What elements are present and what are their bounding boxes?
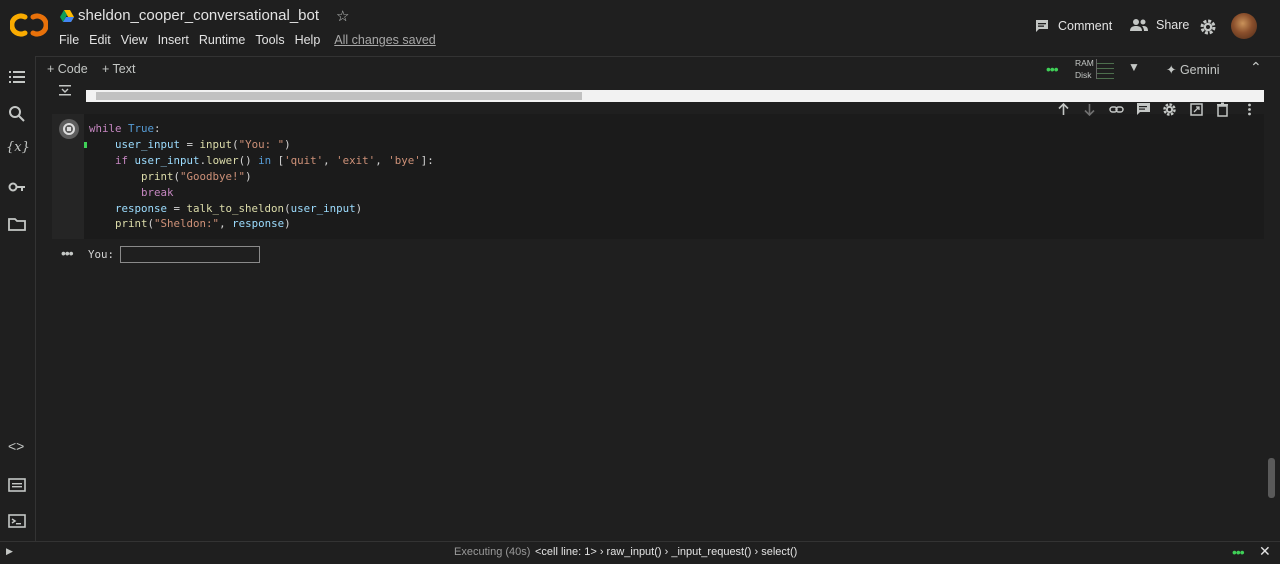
comment-icon [1136,102,1150,115]
left-sidebar: {x} <> [0,56,36,541]
menu-help[interactable]: Help [295,33,321,47]
search-icon[interactable] [8,105,26,123]
move-cell-down-button[interactable] [1077,98,1104,120]
ram-label: RAM [1075,58,1094,68]
input-prompt-label: You: [88,248,115,261]
close-icon[interactable]: ✕ [1259,543,1271,560]
menu-bar: File Edit View Insert Runtime Tools Help… [59,33,446,47]
executing-marker [84,142,87,148]
mirror-cell-button[interactable] [1183,98,1210,120]
share-label: Share [1156,18,1190,32]
code-cell[interactable]: while True: user_input = input("You: ") … [52,114,1264,239]
save-status[interactable]: All changes saved [334,33,435,47]
trash-icon [1217,102,1229,117]
collapse-header-chevron-icon[interactable]: ⌃ [1250,59,1262,76]
vertical-scrollbar-thumb[interactable] [1268,458,1275,498]
arrow-up-icon [1058,102,1069,115]
menu-view[interactable]: View [121,33,148,47]
comment-button[interactable]: Comment [1034,18,1112,34]
notebook-toolbar: + Code + Text ••• RAM Disk ▼ ✦ Gemini ⌃ [36,56,1280,82]
code-snippets-icon[interactable]: <> [8,438,26,456]
terminal-icon[interactable] [8,512,26,530]
menu-tools[interactable]: Tools [255,33,284,47]
table-of-contents-icon[interactable] [8,68,26,86]
more-vert-icon [1248,103,1251,115]
arrow-down-icon [1084,103,1095,116]
menu-runtime[interactable]: Runtime [199,33,246,47]
star-icon[interactable]: ☆ [336,7,349,25]
files-folder-icon[interactable] [8,215,26,233]
runtime-status-dots-icon: ••• [1046,61,1059,77]
move-cell-up-button[interactable] [1050,98,1077,120]
menu-edit[interactable]: Edit [89,33,111,47]
add-comment-button[interactable] [1130,98,1157,120]
secrets-key-icon[interactable] [8,178,26,196]
stop-execution-button[interactable] [59,119,79,139]
command-palette-icon[interactable] [8,476,26,494]
settings-gear-icon[interactable] [1199,18,1217,36]
gear-icon [1163,102,1176,116]
share-button[interactable]: Share [1130,18,1189,32]
cell-action-toolbar [1050,98,1263,120]
resource-bars [1096,59,1114,79]
ram-disk-indicator[interactable]: RAM Disk [1075,57,1094,81]
menu-file[interactable]: File [59,33,79,47]
more-actions-button[interactable] [1236,98,1263,120]
gemini-button[interactable]: ✦ Gemini [1166,62,1220,77]
status-dots-icon: ••• [1232,544,1245,560]
output-actions-icon[interactable]: ••• [61,245,74,261]
menu-insert[interactable]: Insert [158,33,189,47]
notebook-title[interactable]: sheldon_cooper_conversational_bot [78,7,319,24]
scrollbar-thumb[interactable] [96,92,582,100]
expand-status-icon[interactable]: ▶ [6,546,13,557]
output-toggle-icon[interactable] [59,84,73,96]
status-bar: ▶ Executing (40s) <cell line: 1> › raw_i… [0,541,1280,564]
disk-label: Disk [1075,70,1092,80]
execution-trace[interactable]: <cell line: 1> › raw_input() › _input_re… [535,546,797,558]
colab-logo-icon[interactable] [10,10,48,40]
cell-gutter [52,114,84,239]
add-code-button[interactable]: + Code [47,62,88,76]
runtime-dropdown-chevron-icon[interactable]: ▼ [1128,60,1140,74]
add-text-button[interactable]: + Text [102,62,135,76]
cell-settings-button[interactable] [1156,98,1183,120]
link-icon [1109,105,1124,113]
copy-link-button[interactable] [1103,98,1130,120]
code-editor[interactable]: while True: user_input = input("You: ") … [89,121,434,232]
comment-icon [1036,20,1048,32]
comment-label: Comment [1058,19,1113,33]
stdin-input[interactable] [120,246,260,263]
variables-icon[interactable]: {x} [6,140,30,158]
avatar[interactable] [1231,13,1257,39]
people-icon [1130,19,1148,31]
execution-status: Executing (40s) [454,546,531,558]
mirror-tab-icon [1190,102,1203,116]
gemini-label: Gemini [1179,63,1220,77]
header: sheldon_cooper_conversational_bot ☆ File… [0,0,1280,56]
delete-cell-button[interactable] [1210,98,1237,120]
drive-icon [60,10,74,22]
